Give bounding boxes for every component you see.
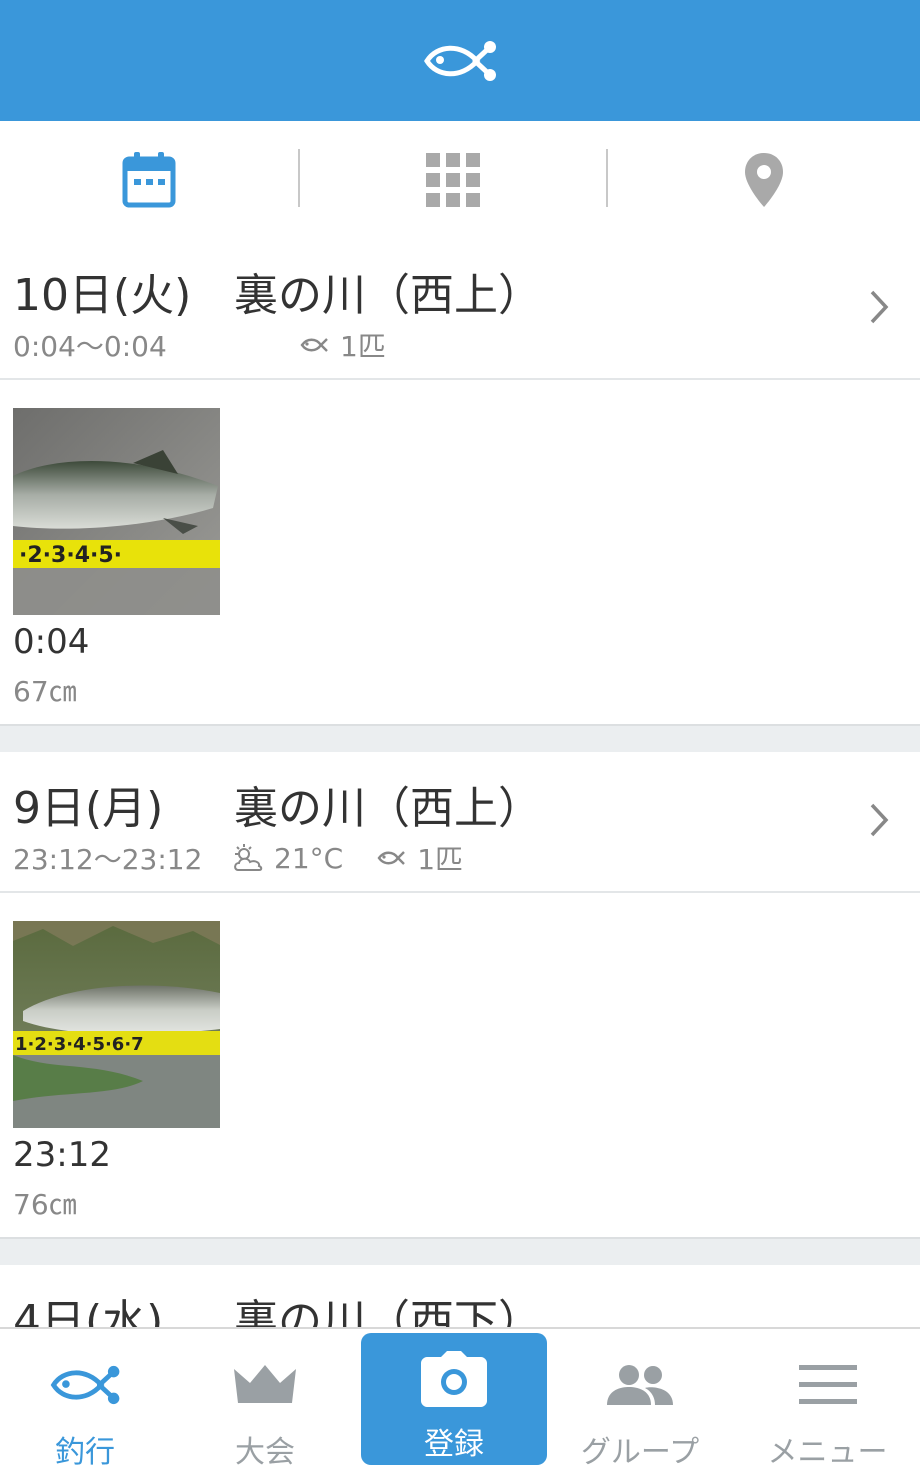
catch-size: 67㎝ xyxy=(13,675,77,708)
nav-label: 釣行 xyxy=(55,1435,115,1470)
trip-place: 裏の川（西下） xyxy=(234,1296,542,1327)
trip-feed[interactable]: 10日(火) 裏の川（西上） 0:04〜0:04 1匹 ·2·3·4·5· 0:… xyxy=(0,239,920,1327)
temperature: 21°C xyxy=(274,841,344,875)
trip-card: 10日(火) 裏の川（西上） 0:04〜0:04 1匹 ·2·3·4·5· 0:… xyxy=(0,239,920,724)
app-header xyxy=(0,0,920,121)
catch-list: ·2·3·4·5· 0:04 67㎝ xyxy=(0,380,920,724)
nav-label: メニュー xyxy=(767,1435,888,1470)
chevron-right-icon xyxy=(870,290,889,324)
nav-menu[interactable]: メニュー xyxy=(740,1329,915,1472)
trip-meta: 1匹 xyxy=(300,325,386,365)
calendar-icon xyxy=(122,152,176,208)
menu-icon xyxy=(798,1365,857,1404)
tab-map[interactable] xyxy=(608,121,920,239)
crown-icon xyxy=(234,1365,296,1403)
partly-cloudy-icon xyxy=(234,844,263,871)
map-pin-icon xyxy=(745,153,783,207)
nav-group[interactable]: グループ xyxy=(555,1329,725,1472)
chevron-right-icon xyxy=(870,803,889,837)
tab-grid[interactable] xyxy=(300,121,606,239)
trip-card: 9日(月) 裏の川（西上） 23:12〜23:12 21°C 1匹 1·2·3·… xyxy=(0,752,920,1237)
svg-text:1·2·3·4·5·6·7: 1·2·3·4·5·6·7 xyxy=(15,1034,144,1055)
group-icon xyxy=(607,1365,673,1405)
trip-time-range: 23:12〜23:12 xyxy=(13,843,203,876)
catch-size: 76㎝ xyxy=(13,1188,77,1221)
nav-label: 登録 xyxy=(424,1427,484,1462)
trip-header[interactable]: 9日(月) 裏の川（西上） 23:12〜23:12 21°C 1匹 xyxy=(0,752,920,893)
nav-label: グループ xyxy=(580,1435,700,1470)
catch-time: 23:12 xyxy=(13,1135,111,1175)
fish-logo-icon xyxy=(424,40,496,81)
camera-icon xyxy=(421,1351,487,1407)
trip-separator xyxy=(0,1237,920,1265)
bottom-nav: 釣行 大会 登録 グループ メニュー xyxy=(0,1327,920,1472)
catch-photo[interactable]: ·2·3·4·5· xyxy=(13,408,220,615)
tab-calendar[interactable] xyxy=(0,121,298,239)
trip-date: 9日(月) xyxy=(13,783,164,834)
fish-icon xyxy=(300,338,328,352)
trip-place: 裏の川（西上） xyxy=(234,783,542,834)
nav-trips[interactable]: 釣行 xyxy=(0,1329,170,1472)
svg-text:·2·3·4·5·: ·2·3·4·5· xyxy=(19,543,122,568)
catch-photo[interactable]: 1·2·3·4·5·6·7 xyxy=(13,921,220,1128)
grid-icon xyxy=(426,153,480,207)
fish-icon xyxy=(50,1365,120,1405)
trip-meta: 21°C 1匹 xyxy=(232,838,463,878)
trip-date: 10日(火) xyxy=(13,270,192,321)
nav-tournament[interactable]: 大会 xyxy=(180,1329,350,1472)
trip-header[interactable]: 10日(火) 裏の川（西上） 0:04〜0:04 1匹 xyxy=(0,239,920,380)
nav-label: 大会 xyxy=(235,1435,295,1470)
trip-separator xyxy=(0,724,920,752)
trip-card: 4日(水) 裏の川（西下） xyxy=(0,1265,920,1327)
trip-date: 4日(水) xyxy=(13,1296,164,1327)
trip-header[interactable]: 4日(水) 裏の川（西下） xyxy=(0,1265,920,1327)
fish-icon xyxy=(377,851,406,865)
catch-time: 0:04 xyxy=(13,622,90,662)
fish-count: 1匹 xyxy=(340,330,386,363)
view-tabs xyxy=(0,121,920,239)
trip-place: 裏の川（西上） xyxy=(234,270,542,321)
trip-time-range: 0:04〜0:04 xyxy=(13,330,167,363)
catch-list: 1·2·3·4·5·6·7 23:12 76㎝ xyxy=(0,893,920,1237)
nav-register-button[interactable]: 登録 xyxy=(361,1333,547,1465)
fish-count: 1匹 xyxy=(417,843,464,876)
